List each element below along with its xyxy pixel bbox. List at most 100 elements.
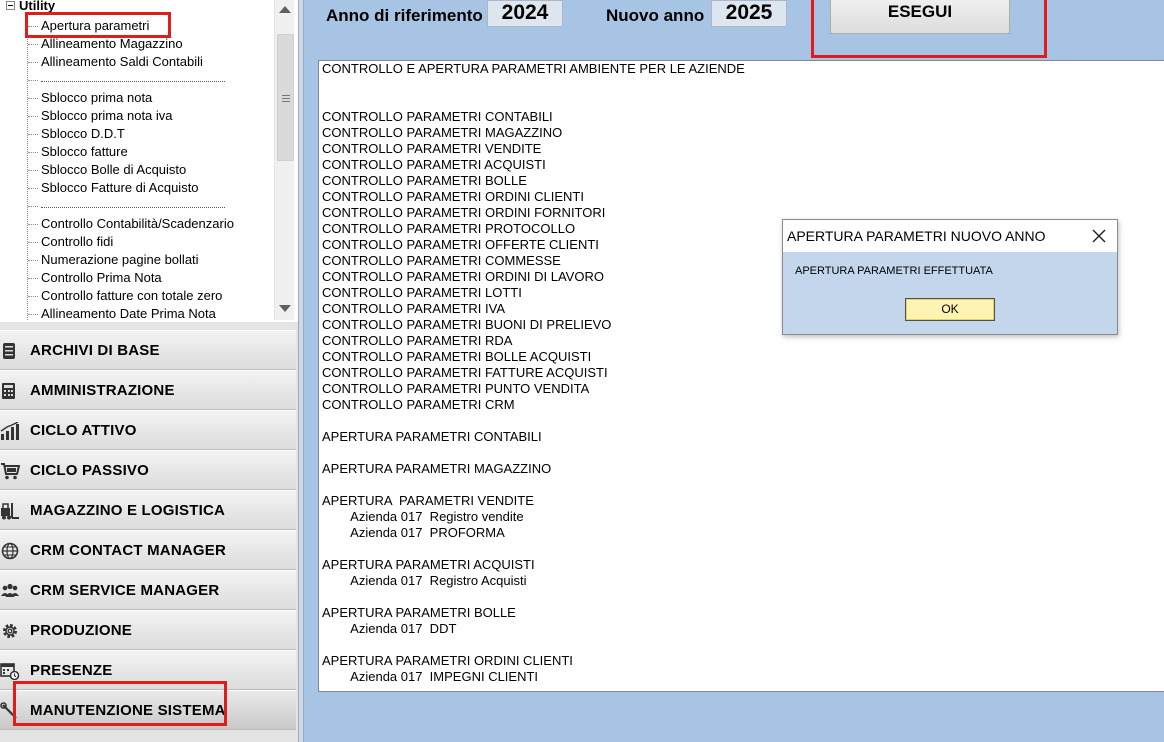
tree-item-label: Controllo Contabilità/Scadenzario: [41, 216, 234, 231]
menu-item-label: CICLO ATTIVO: [30, 422, 137, 439]
chart-icon: [0, 421, 20, 440]
menu-item[interactable]: AMMINISTRAZIONE: [0, 370, 296, 410]
highlight-manutenzione-sistema: [13, 681, 227, 726]
tree-item[interactable]: Numerazione pagine bollati: [28, 251, 199, 269]
menu-item-label: CRM CONTACT MANAGER: [30, 542, 227, 559]
tree-item[interactable]: Sblocco Fatture di Acquisto: [28, 179, 199, 197]
log-line: CONTROLLO E APERTURA PARAMETRI AMBIENTE …: [322, 61, 745, 76]
tree-branch: [28, 224, 38, 226]
tree-branch: [28, 62, 38, 64]
tree-item-label: Sblocco D.D.T: [41, 126, 125, 141]
tree-branch: [28, 188, 38, 190]
log-line: APERTURA PARAMETRI MAGAZZINO: [322, 461, 552, 476]
dialog-title: APERTURA PARAMETRI NUOVO ANNO: [787, 228, 1046, 244]
collapse-icon[interactable]: [6, 1, 15, 10]
dialog-titlebar[interactable]: APERTURA PARAMETRI NUOVO ANNO: [783, 220, 1117, 252]
tree-item-label: Sblocco Bolle di Acquisto: [41, 162, 187, 177]
log-line: CONTROLLO PARAMETRI CONTABILI: [322, 109, 553, 124]
navigation-pane: Utility Apertura parametri Allineamento M…: [0, 0, 298, 742]
tree-item[interactable]: Controllo fatture con totale zero: [28, 287, 222, 305]
tree-item-label: Allineamento Magazzino: [41, 36, 183, 51]
calendar-clock-icon: [0, 662, 20, 681]
tree-branch: [28, 170, 38, 172]
menu-item[interactable]: MAGAZZINO E LOGISTICA: [0, 490, 296, 530]
log-line: CONTROLLO PARAMETRI FATTURE ACQUISTI: [322, 365, 608, 380]
scroll-down-icon[interactable]: [279, 305, 291, 312]
log-line: CONTROLLO PARAMETRI BOLLE: [322, 173, 527, 188]
log-line: Azienda 017 IMPEGNI CLIENTI: [322, 669, 539, 684]
menu-item[interactable]: CICLO PASSIVO: [0, 450, 296, 490]
menu-item[interactable]: CRM SERVICE MANAGER: [0, 570, 296, 610]
log-line: CONTROLLO PARAMETRI BOLLE ACQUISTI: [322, 349, 592, 364]
tree-item[interactable]: Allineamento Date Prima Nota: [28, 305, 216, 320]
log-line: Azienda 017 PROFORMA: [322, 525, 505, 540]
tree-branch: [28, 278, 38, 280]
tree-item[interactable]: Sblocco Bolle di Acquisto: [28, 161, 186, 179]
tree-item[interactable]: Controllo Contabilità/Scadenzario: [28, 215, 234, 233]
tree-item[interactable]: Sblocco D.D.T: [28, 125, 125, 143]
menu-item[interactable]: CRM CONTACT MANAGER: [0, 530, 296, 570]
tree-branch: [28, 314, 38, 316]
log-line: CONTROLLO PARAMETRI ACQUISTI: [322, 157, 546, 172]
grip-icon: [282, 95, 290, 103]
log-line: CONTROLLO PARAMETRI CRM: [322, 397, 515, 412]
tree-item[interactable]: Sblocco prima nota iva: [28, 107, 173, 125]
log-line: CONTROLLO PARAMETRI ORDINI CLIENTI: [322, 189, 584, 204]
menu-item[interactable]: ARCHIVI DI BASE: [0, 330, 296, 370]
ok-button[interactable]: OK: [905, 298, 995, 321]
highlight-esegui: [811, 0, 1047, 58]
database-icon: [0, 342, 20, 360]
tree-item-label: Allineamento Saldi Contabili: [41, 54, 203, 69]
nuovo-anno-field[interactable]: 2025: [711, 0, 787, 27]
log-line: CONTROLLO PARAMETRI VENDITE: [322, 141, 542, 156]
module-menu: ARCHIVI DI BASE AMMINISTRAZIONE CICLO ATTI…: [0, 322, 298, 742]
log-line: APERTURA PARAMETRI VENDITE: [322, 493, 534, 508]
people-icon: [0, 582, 20, 600]
log-line: APERTURA PARAMETRI ACQUISTI: [322, 557, 535, 572]
tree-branch: [28, 116, 38, 118]
tree-item-label: Controllo fatture con totale zero: [41, 288, 223, 303]
tree-branch: [28, 296, 38, 298]
tree-item[interactable]: Controllo Prima Nota: [28, 269, 162, 287]
tree-separator: [28, 71, 228, 89]
log-line: Azienda 017 Registro Acquisti: [322, 573, 527, 588]
anno-riferimento-label: Anno di riferimento: [326, 6, 483, 25]
tree-item[interactable]: Sblocco prima nota: [28, 89, 152, 107]
tree-separator: [28, 197, 228, 215]
tree-item-label: Sblocco Fatture di Acquisto: [41, 180, 199, 195]
dialog-message: APERTURA PARAMETRI EFFETTUATA: [795, 265, 993, 277]
gear-icon: [0, 622, 20, 640]
scroll-thumb[interactable]: [277, 34, 294, 161]
menu-item[interactable]: CICLO ATTIVO: [0, 410, 296, 450]
utility-tree: Utility Apertura parametri Allineamento M…: [0, 0, 274, 320]
nuovo-anno-label: Nuovo anno: [606, 6, 705, 25]
log-output[interactable]: CONTROLLO E APERTURA PARAMETRI AMBIENTE …: [318, 60, 1164, 692]
cart-icon: [0, 462, 21, 480]
log-line: APERTURA PARAMETRI ORDINI CLIENTI: [322, 653, 573, 668]
menu-item[interactable]: PRODUZIONE: [0, 610, 296, 650]
tree-branch: [28, 242, 38, 244]
tree-item[interactable]: Sblocco fatture: [28, 143, 128, 161]
scroll-up-icon[interactable]: [279, 6, 291, 13]
tree-branch: [28, 134, 38, 136]
tree-scrollbar[interactable]: [274, 0, 294, 320]
menu-item-label: CRM SERVICE MANAGER: [30, 582, 220, 599]
close-icon[interactable]: [1089, 226, 1109, 246]
log-line: Azienda 017 Registro vendite: [322, 509, 524, 524]
tree-item-label: Numerazione pagine bollati: [41, 252, 199, 267]
menu-item-label: PRODUZIONE: [30, 622, 133, 639]
tree-branch: [28, 44, 38, 46]
anno-riferimento-field[interactable]: 2024: [487, 0, 563, 27]
tree-item[interactable]: Controllo fidi: [28, 233, 113, 251]
tree-item[interactable]: Allineamento Saldi Contabili: [28, 53, 203, 71]
tree-branch: [28, 98, 38, 100]
globe-icon: [0, 542, 20, 560]
menu-item-label: AMMINISTRAZIONE: [30, 382, 175, 399]
tree-item-label: Controllo Prima Nota: [41, 270, 162, 285]
